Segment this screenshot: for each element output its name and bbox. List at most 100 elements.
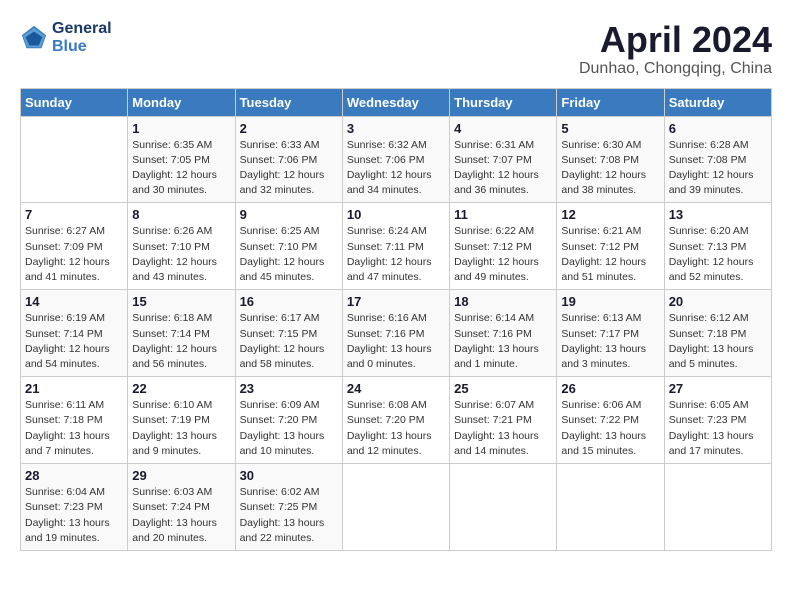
calendar-cell: 1 Sunrise: 6:35 AM Sunset: 7:05 PM Daylig… bbox=[128, 116, 235, 203]
calendar-week-row: 28Sunrise: 6:04 AM Sunset: 7:23 PM Dayli… bbox=[21, 464, 772, 551]
header-friday: Friday bbox=[557, 88, 664, 116]
calendar-cell: 27 Sunrise: 6:05 AM Sunset: 7:23 PM Dayli… bbox=[664, 377, 771, 464]
calendar-week-row: 14 Sunrise: 6:19 AM Sunset: 7:14 PM Dayli… bbox=[21, 290, 772, 377]
cell-info: Sunrise: 6:08 AM Sunset: 7:20 PM Dayligh… bbox=[347, 398, 445, 459]
cell-info: Sunrise: 6:22 AM Sunset: 7:12 PM Dayligh… bbox=[454, 224, 552, 285]
day-number: 1 bbox=[132, 121, 230, 136]
logo-text: General Blue bbox=[52, 20, 112, 56]
calendar-table: SundayMondayTuesdayWednesdayThursdayFrid… bbox=[20, 88, 772, 551]
cell-info: Sunrise: 6:30 AM Sunset: 7:08 PM Dayligh… bbox=[561, 138, 659, 199]
calendar-cell: 20Sunrise: 6:12 AM Sunset: 7:18 PM Dayli… bbox=[664, 290, 771, 377]
day-number: 13 bbox=[669, 207, 767, 222]
header-wednesday: Wednesday bbox=[342, 88, 449, 116]
day-number: 19 bbox=[561, 294, 659, 309]
cell-info: Sunrise: 6:35 AM Sunset: 7:05 PM Dayligh… bbox=[132, 138, 230, 199]
cell-info: Sunrise: 6:05 AM Sunset: 7:23 PM Dayligh… bbox=[669, 398, 767, 459]
calendar-cell: 3 Sunrise: 6:32 AM Sunset: 7:06 PM Daylig… bbox=[342, 116, 449, 203]
header-monday: Monday bbox=[128, 88, 235, 116]
cell-info: Sunrise: 6:27 AM Sunset: 7:09 PM Dayligh… bbox=[25, 224, 123, 285]
day-number: 29 bbox=[132, 468, 230, 483]
calendar-cell: 22 Sunrise: 6:10 AM Sunset: 7:19 PM Dayli… bbox=[128, 377, 235, 464]
cell-info: Sunrise: 6:25 AM Sunset: 7:10 PM Dayligh… bbox=[240, 224, 338, 285]
header-tuesday: Tuesday bbox=[235, 88, 342, 116]
cell-info: Sunrise: 6:06 AM Sunset: 7:22 PM Dayligh… bbox=[561, 398, 659, 459]
cell-info: Sunrise: 6:19 AM Sunset: 7:14 PM Dayligh… bbox=[25, 311, 123, 372]
cell-info: Sunrise: 6:16 AM Sunset: 7:16 PM Dayligh… bbox=[347, 311, 445, 372]
cell-info: Sunrise: 6:02 AM Sunset: 7:25 PM Dayligh… bbox=[240, 485, 338, 546]
cell-info: Sunrise: 6:09 AM Sunset: 7:20 PM Dayligh… bbox=[240, 398, 338, 459]
calendar-cell: 26 Sunrise: 6:06 AM Sunset: 7:22 PM Dayli… bbox=[557, 377, 664, 464]
cell-info: Sunrise: 6:18 AM Sunset: 7:14 PM Dayligh… bbox=[132, 311, 230, 372]
day-number: 5 bbox=[561, 121, 659, 136]
cell-info: Sunrise: 6:04 AM Sunset: 7:23 PM Dayligh… bbox=[25, 485, 123, 546]
day-number: 21 bbox=[25, 381, 123, 396]
month-title: April 2024 bbox=[579, 20, 772, 60]
calendar-cell: 9 Sunrise: 6:25 AM Sunset: 7:10 PM Daylig… bbox=[235, 203, 342, 290]
cell-info: Sunrise: 6:13 AM Sunset: 7:17 PM Dayligh… bbox=[561, 311, 659, 372]
cell-info: Sunrise: 6:31 AM Sunset: 7:07 PM Dayligh… bbox=[454, 138, 552, 199]
calendar-cell: 7 Sunrise: 6:27 AM Sunset: 7:09 PM Daylig… bbox=[21, 203, 128, 290]
day-number: 3 bbox=[347, 121, 445, 136]
day-number: 18 bbox=[454, 294, 552, 309]
calendar-cell: 28Sunrise: 6:04 AM Sunset: 7:23 PM Dayli… bbox=[21, 464, 128, 551]
day-number: 2 bbox=[240, 121, 338, 136]
calendar-cell: 23 Sunrise: 6:09 AM Sunset: 7:20 PM Dayli… bbox=[235, 377, 342, 464]
calendar-cell: 25Sunrise: 6:07 AM Sunset: 7:21 PM Dayli… bbox=[450, 377, 557, 464]
calendar-cell: 17 Sunrise: 6:16 AM Sunset: 7:16 PM Dayli… bbox=[342, 290, 449, 377]
day-number: 24 bbox=[347, 381, 445, 396]
calendar-cell: 4 Sunrise: 6:31 AM Sunset: 7:07 PM Daylig… bbox=[450, 116, 557, 203]
cell-info: Sunrise: 6:14 AM Sunset: 7:16 PM Dayligh… bbox=[454, 311, 552, 372]
calendar-cell: 14 Sunrise: 6:19 AM Sunset: 7:14 PM Dayli… bbox=[21, 290, 128, 377]
calendar-cell: 12 Sunrise: 6:21 AM Sunset: 7:12 PM Dayli… bbox=[557, 203, 664, 290]
day-number: 23 bbox=[240, 381, 338, 396]
day-number: 4 bbox=[454, 121, 552, 136]
day-number: 14 bbox=[25, 294, 123, 309]
cell-info: Sunrise: 6:12 AM Sunset: 7:18 PM Dayligh… bbox=[669, 311, 767, 372]
calendar-cell: 5 Sunrise: 6:30 AM Sunset: 7:08 PM Daylig… bbox=[557, 116, 664, 203]
day-number: 25 bbox=[454, 381, 552, 396]
calendar-cell: 8 Sunrise: 6:26 AM Sunset: 7:10 PM Daylig… bbox=[128, 203, 235, 290]
cell-info: Sunrise: 6:21 AM Sunset: 7:12 PM Dayligh… bbox=[561, 224, 659, 285]
logo-icon bbox=[20, 24, 48, 52]
cell-info: Sunrise: 6:33 AM Sunset: 7:06 PM Dayligh… bbox=[240, 138, 338, 199]
day-number: 6 bbox=[669, 121, 767, 136]
cell-info: Sunrise: 6:24 AM Sunset: 7:11 PM Dayligh… bbox=[347, 224, 445, 285]
cell-info: Sunrise: 6:10 AM Sunset: 7:19 PM Dayligh… bbox=[132, 398, 230, 459]
calendar-week-row: 7 Sunrise: 6:27 AM Sunset: 7:09 PM Daylig… bbox=[21, 203, 772, 290]
calendar-cell bbox=[664, 464, 771, 551]
cell-info: Sunrise: 6:32 AM Sunset: 7:06 PM Dayligh… bbox=[347, 138, 445, 199]
header-thursday: Thursday bbox=[450, 88, 557, 116]
day-number: 9 bbox=[240, 207, 338, 222]
day-number: 8 bbox=[132, 207, 230, 222]
cell-info: Sunrise: 6:17 AM Sunset: 7:15 PM Dayligh… bbox=[240, 311, 338, 372]
location-title: Dunhao, Chongqing, China bbox=[579, 60, 772, 78]
calendar-cell: 19 Sunrise: 6:13 AM Sunset: 7:17 PM Dayli… bbox=[557, 290, 664, 377]
day-number: 12 bbox=[561, 207, 659, 222]
calendar-cell: 30 Sunrise: 6:02 AM Sunset: 7:25 PM Dayli… bbox=[235, 464, 342, 551]
header-sunday: Sunday bbox=[21, 88, 128, 116]
day-number: 27 bbox=[669, 381, 767, 396]
day-number: 26 bbox=[561, 381, 659, 396]
logo: General Blue bbox=[20, 20, 112, 56]
header-saturday: Saturday bbox=[664, 88, 771, 116]
title-block: April 2024 Dunhao, Chongqing, China bbox=[579, 20, 772, 78]
cell-info: Sunrise: 6:03 AM Sunset: 7:24 PM Dayligh… bbox=[132, 485, 230, 546]
day-number: 16 bbox=[240, 294, 338, 309]
calendar-cell: 6 Sunrise: 6:28 AM Sunset: 7:08 PM Daylig… bbox=[664, 116, 771, 203]
cell-info: Sunrise: 6:20 AM Sunset: 7:13 PM Dayligh… bbox=[669, 224, 767, 285]
calendar-cell bbox=[450, 464, 557, 551]
calendar-cell: 11 Sunrise: 6:22 AM Sunset: 7:12 PM Dayli… bbox=[450, 203, 557, 290]
day-number: 7 bbox=[25, 207, 123, 222]
calendar-cell: 29 Sunrise: 6:03 AM Sunset: 7:24 PM Dayli… bbox=[128, 464, 235, 551]
calendar-cell bbox=[557, 464, 664, 551]
calendar-week-row: 21Sunrise: 6:11 AM Sunset: 7:18 PM Dayli… bbox=[21, 377, 772, 464]
calendar-cell bbox=[342, 464, 449, 551]
calendar-cell: 10 Sunrise: 6:24 AM Sunset: 7:11 PM Dayli… bbox=[342, 203, 449, 290]
day-number: 30 bbox=[240, 468, 338, 483]
day-number: 17 bbox=[347, 294, 445, 309]
day-number: 10 bbox=[347, 207, 445, 222]
cell-info: Sunrise: 6:26 AM Sunset: 7:10 PM Dayligh… bbox=[132, 224, 230, 285]
day-number: 22 bbox=[132, 381, 230, 396]
cell-info: Sunrise: 6:28 AM Sunset: 7:08 PM Dayligh… bbox=[669, 138, 767, 199]
day-number: 11 bbox=[454, 207, 552, 222]
